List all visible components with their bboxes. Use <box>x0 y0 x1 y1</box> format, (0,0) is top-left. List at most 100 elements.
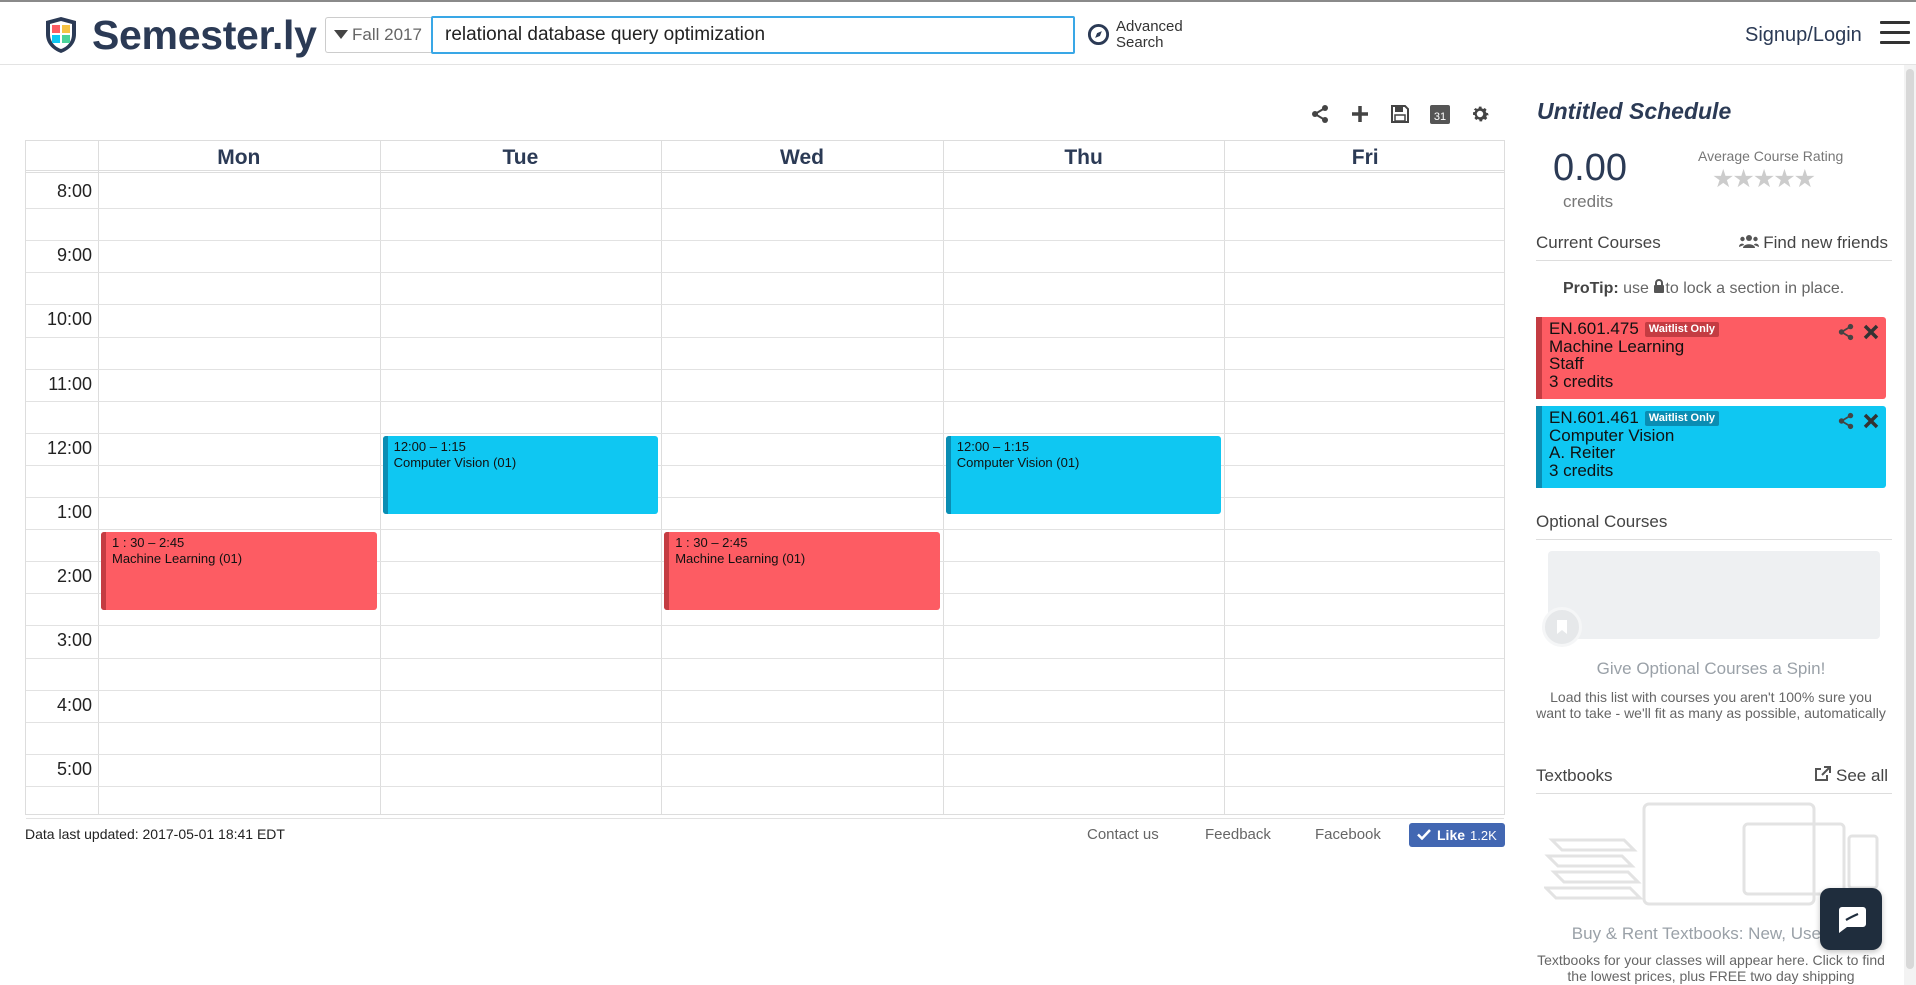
time-slot-line <box>26 818 1504 819</box>
column-divider <box>1224 141 1226 814</box>
schedule-title[interactable]: Untitled Schedule <box>1537 98 1731 125</box>
svg-text:31: 31 <box>1434 111 1446 123</box>
day-header-mon: Mon <box>217 146 261 169</box>
caret-down-icon <box>334 30 348 39</box>
event-title: Machine Learning (01) <box>112 551 243 567</box>
semester-label: Fall 2017 <box>352 25 422 44</box>
save-icon[interactable] <box>1386 100 1414 128</box>
waitlist-badge: Waitlist Only <box>1644 322 1720 337</box>
time-slot-line <box>26 464 1504 466</box>
credits-value: 0.00 <box>1553 147 1627 189</box>
course-search-input[interactable] <box>431 16 1075 54</box>
bookmark-icon <box>1542 607 1582 647</box>
feedback-link[interactable]: Feedback <box>1205 826 1271 843</box>
calendar-event[interactable]: 12:00 – 1:15 Computer Vision (01) <box>945 435 1222 515</box>
time-slot-line <box>26 336 1504 338</box>
contact-us-link[interactable]: Contact us <box>1087 826 1159 843</box>
time-slot-line <box>26 304 1504 306</box>
like-label: Like <box>1437 827 1466 843</box>
time-slot-line <box>26 240 1504 242</box>
weekly-calendar: Mon Tue Wed Thu Fri 8:00 9:00 10:00 11:00 12:00 1… <box>25 140 1505 819</box>
event-time: 12:00 – 1:15 <box>956 438 1030 454</box>
calendar-header: Mon Tue Wed Thu Fri <box>26 141 1504 173</box>
advanced-search-label: Advanced Search <box>1116 18 1183 51</box>
find-friends-link[interactable]: Find new friends <box>1738 233 1888 253</box>
course-card[interactable]: EN.601.475 Waitlist Only Machine Learning S… <box>1536 317 1886 399</box>
compass-icon <box>1087 23 1110 46</box>
waitlist-badge: Waitlist Only <box>1644 411 1720 426</box>
calendar-event[interactable]: 12:00 – 1:15 Computer Vision (01) <box>382 435 659 515</box>
time-slot-line <box>26 208 1504 210</box>
logo-shield-icon[interactable] <box>44 16 78 54</box>
optional-courses-label: Optional Courses <box>1536 512 1668 531</box>
close-icon[interactable] <box>1862 323 1880 341</box>
share-icon[interactable] <box>1306 100 1334 128</box>
optional-courses-description: Load this list with courses you aren't 1… <box>1536 689 1886 721</box>
optional-courses-title: Give Optional Courses a Spin! <box>1596 659 1826 678</box>
event-color-bar <box>101 532 106 611</box>
protip-text: ProTip: use to lock a section in place. <box>1563 279 1845 297</box>
course-credits: 3 credits <box>1549 371 1614 391</box>
textbooks-label: Textbooks <box>1536 766 1613 785</box>
users-icon <box>1738 235 1759 248</box>
column-divider <box>98 141 99 814</box>
external-link-icon <box>1815 766 1832 781</box>
share-icon[interactable] <box>1837 412 1855 430</box>
share-icon[interactable] <box>1837 323 1855 341</box>
event-title: Machine Learning (01) <box>675 551 806 567</box>
scrollbar-thumb[interactable] <box>1906 69 1914 969</box>
facebook-link[interactable]: Facebook <box>1315 826 1381 843</box>
course-credits: 3 credits <box>1549 460 1614 480</box>
sidebar-scrollbar[interactable] <box>1904 65 1916 985</box>
event-title: Computer Vision (01) <box>956 454 1080 470</box>
time-label: 10:00 <box>46 309 92 330</box>
calendar-event[interactable]: 1 : 30 – 2:45 Machine Learning (01) <box>664 532 940 611</box>
chat-bubble-icon <box>1839 907 1866 933</box>
time-label: 11:00 <box>48 373 92 394</box>
credits-label: credits <box>1563 192 1614 211</box>
event-time: 12:00 – 1:15 <box>393 438 466 454</box>
facebook-like-button[interactable]: Like 1.2K <box>1409 823 1505 847</box>
column-divider <box>379 141 381 814</box>
time-slot-line <box>26 432 1504 434</box>
course-instructor: A. Reiter <box>1549 443 1616 462</box>
time-label: 3:00 <box>56 630 92 651</box>
current-courses-header: Current Courses Find new friends <box>1536 233 1892 261</box>
signup-login-link[interactable]: Signup/Login <box>1745 24 1862 47</box>
day-header-tue: Tue <box>502 146 539 169</box>
lock-icon <box>1654 279 1665 293</box>
current-courses-label: Current Courses <box>1536 233 1661 252</box>
course-card[interactable]: EN.601.461 Waitlist Only Computer Vision A.… <box>1536 406 1886 488</box>
calendar-event[interactable]: 1 : 30 – 2:45 Machine Learning (01) <box>101 532 377 611</box>
chat-button[interactable] <box>1820 888 1882 950</box>
day-header-wed: Wed <box>780 146 824 169</box>
event-time: 1 : 30 – 2:45 <box>675 535 748 551</box>
gear-icon[interactable] <box>1466 100 1494 128</box>
see-all-link[interactable]: See all <box>1815 766 1888 786</box>
brand-name[interactable]: Semester.ly <box>92 12 317 59</box>
day-header-fri: Fri <box>1351 146 1379 169</box>
time-slot-line <box>26 721 1504 723</box>
plus-icon[interactable] <box>1346 100 1374 128</box>
time-slot-line <box>26 400 1504 402</box>
time-slot-line <box>26 657 1504 659</box>
course-code: EN.601.475 <box>1549 319 1639 338</box>
textbooks-description: Textbooks for your classes will appear h… <box>1537 952 1885 984</box>
time-label: 2:00 <box>56 566 92 587</box>
course-code: EN.601.461 <box>1549 408 1639 427</box>
time-slot-line <box>26 625 1504 627</box>
course-color-bar <box>1536 317 1542 399</box>
close-icon[interactable] <box>1862 412 1880 430</box>
check-icon <box>1417 829 1431 840</box>
time-label: 12:00 <box>46 437 92 458</box>
event-color-bar <box>664 532 670 611</box>
optional-courses-dropzone[interactable] <box>1548 551 1880 639</box>
optional-courses-header: Optional Courses <box>1536 512 1892 540</box>
event-title: Computer Vision (01) <box>393 454 517 470</box>
event-time: 1 : 30 – 2:45 <box>112 535 185 551</box>
time-label: 5:00 <box>56 758 92 779</box>
calendar-icon[interactable]: 31 <box>1426 100 1454 128</box>
column-divider <box>661 141 663 814</box>
semester-dropdown[interactable]: Fall 2017 <box>325 17 431 53</box>
hamburger-menu-icon[interactable] <box>1880 21 1910 47</box>
